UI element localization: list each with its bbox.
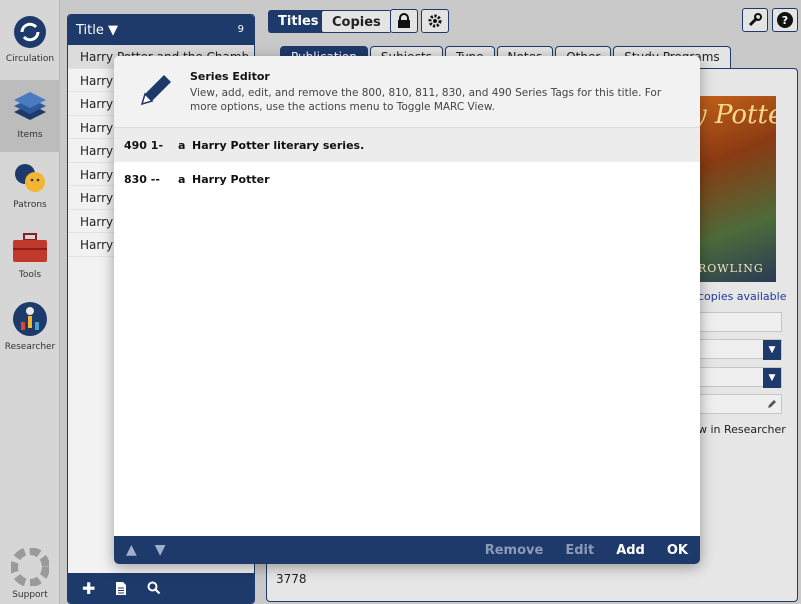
tag-code: 830 -- (124, 172, 160, 186)
sidebar-item-label: Researcher (4, 342, 56, 352)
patrons-icon (15, 164, 45, 192)
chevron-down-icon: ▼ (763, 368, 781, 388)
dialog-footer: ▲ ▼ Remove Edit Add OK (114, 536, 700, 564)
pencil-icon (768, 400, 776, 408)
settings-button[interactable] (742, 8, 768, 32)
wrench-icon (748, 13, 762, 27)
items-stack-icon (14, 92, 46, 120)
detail-select-2[interactable]: ▼ (698, 367, 782, 388)
add-icon[interactable]: ✚ (82, 579, 95, 598)
copies-available-link[interactable]: copies available (698, 290, 786, 303)
support-lifebuoy-icon (11, 548, 49, 586)
dialog-description: View, add, edit, and remove the 800, 810… (190, 87, 662, 113)
tag-value: Harry Potter literary series. (192, 138, 365, 152)
tab-copies[interactable]: Copies (321, 10, 392, 33)
sidebar-item-items[interactable]: Items (0, 80, 60, 152)
circulation-icon (14, 16, 46, 48)
chevron-down-icon: ▼ (763, 340, 781, 360)
dialog-title: Series Editor (190, 70, 270, 83)
series-editor-dialog: Series Editor View, add, edit, and remov… (114, 56, 700, 564)
move-up-icon[interactable]: ▲ (126, 542, 137, 558)
document-icon[interactable] (115, 581, 127, 596)
sidebar-item-tools[interactable]: Tools (0, 232, 60, 280)
detail-edit-field[interactable] (698, 394, 782, 414)
lock-button[interactable] (390, 9, 418, 33)
move-down-icon[interactable]: ▼ (155, 542, 166, 558)
tab-titles[interactable]: Titles (268, 10, 329, 33)
researcher-icon (13, 302, 47, 336)
sort-chevron-down-icon[interactable]: ▼ (108, 23, 118, 38)
sidebar-item-researcher[interactable]: Researcher (0, 300, 60, 352)
sidebar-item-label: Tools (18, 270, 42, 280)
svg-text:?: ? (782, 14, 788, 27)
record-number: 3778 (276, 572, 307, 586)
sidebar-item-label: Circulation (5, 54, 55, 64)
title-sort-label: Title (76, 23, 104, 38)
dialog-header: Series Editor View, add, edit, and remov… (114, 56, 700, 128)
sidebar-item-label: Items (17, 130, 43, 140)
tag-subfield: a (178, 138, 186, 152)
module-sidebar: Circulation Items Patrons Tools Research… (0, 0, 60, 604)
cover-title-text: y Potter (692, 100, 776, 130)
pencil-icon (140, 75, 171, 106)
add-button[interactable]: Add (616, 543, 645, 558)
series-tag-row[interactable]: 490 1- a Harry Potter literary series. (114, 128, 700, 162)
sidebar-item-circulation[interactable]: Circulation (0, 14, 60, 64)
sidebar-item-label: Support (12, 590, 48, 600)
toolbox-icon (13, 233, 47, 262)
view-in-researcher-link[interactable]: w in Researcher (698, 423, 786, 436)
tag-code: 490 1- (124, 138, 164, 152)
edit-button[interactable]: Edit (565, 543, 594, 558)
sidebar-item-patrons[interactable]: Patrons (0, 160, 60, 210)
ok-button[interactable]: OK (667, 543, 688, 558)
lock-icon (398, 13, 410, 28)
tag-subfield: a (178, 172, 186, 186)
sidebar-item-support[interactable]: Support (0, 548, 60, 600)
cover-author-text: ROWLING (698, 262, 764, 275)
help-button[interactable]: ? (772, 8, 798, 32)
result-count: 9 (237, 24, 244, 35)
search-icon[interactable] (147, 581, 161, 595)
actions-button[interactable] (421, 9, 449, 33)
title-list-header[interactable]: Title ▼ 9 (68, 15, 254, 45)
detail-text-field[interactable] (698, 312, 782, 332)
help-icon: ? (777, 12, 793, 28)
gear-icon (428, 14, 442, 28)
detail-select-1[interactable]: ▼ (698, 339, 782, 360)
series-tag-row[interactable]: 830 -- a Harry Potter (114, 162, 700, 196)
sidebar-item-label: Patrons (13, 200, 47, 210)
tag-value: Harry Potter (192, 172, 270, 186)
title-list-toolbar: ✚ (68, 573, 254, 603)
remove-button[interactable]: Remove (485, 543, 544, 558)
